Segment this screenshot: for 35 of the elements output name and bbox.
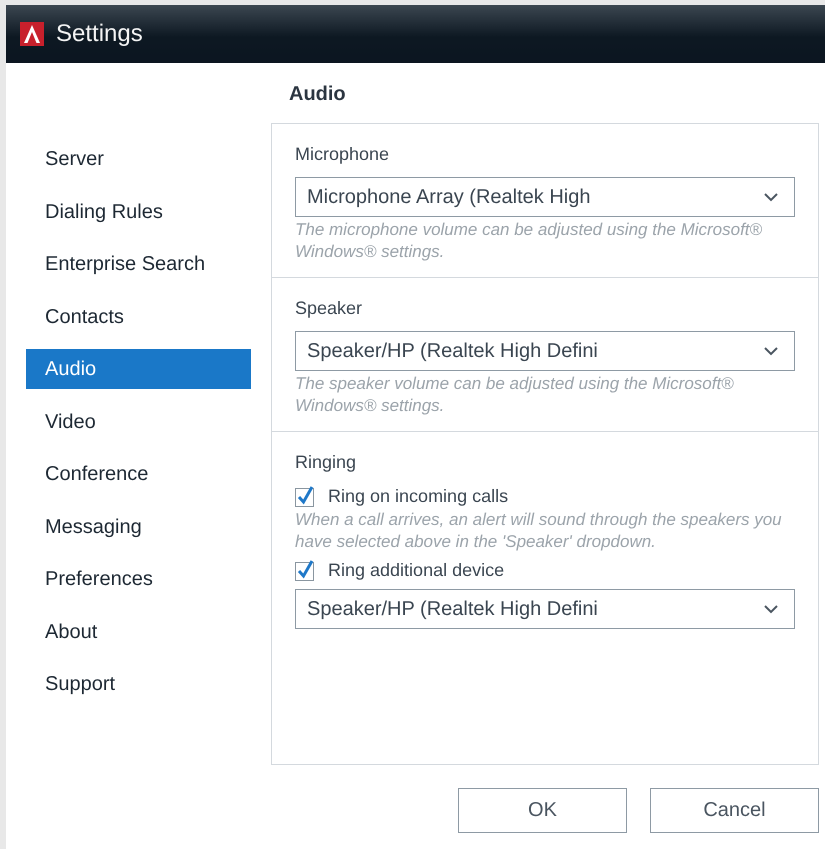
hint-text: The speaker volume can be adjusted using the Microsoft® Windows® settings.	[295, 373, 735, 417]
window-title: Settings	[56, 20, 143, 48]
sidebar-item[interactable]: Support	[26, 664, 251, 704]
checkbox[interactable]	[295, 485, 317, 507]
checkbox-label[interactable]: Ring additional device	[328, 560, 504, 580]
section-label: Microphone	[295, 144, 390, 165]
sidebar-item[interactable]: Video	[26, 402, 251, 442]
sidebar-item[interactable]: Dialing Rules	[26, 192, 251, 232]
sidebar-item[interactable]: Audio	[26, 349, 251, 389]
dialog-button[interactable]: OK	[458, 788, 627, 833]
dropdown[interactable]: Microphone Array (Realtek High	[295, 177, 795, 217]
checkbox[interactable]	[295, 559, 317, 581]
sidebar-item[interactable]: Messaging	[26, 506, 251, 546]
hint-text: The microphone volume can be adjusted using the Microsoft® Windows® settings.	[295, 219, 764, 263]
dropdown-value: Speaker/HP (Realtek High Defini	[307, 598, 598, 620]
app-logo-icon	[20, 22, 44, 46]
checkbox-label[interactable]: Ring on incoming calls	[328, 486, 508, 506]
sidebar-item[interactable]: Conference	[26, 454, 251, 494]
dropdown[interactable]: Speaker/HP (Realtek High Defini	[295, 331, 795, 371]
dropdown-value: Microphone Array (Realtek High	[307, 186, 590, 208]
sidebar-item[interactable]: About	[26, 612, 251, 652]
chevron-down-icon	[764, 192, 778, 202]
sidebar-item[interactable]: Contacts	[26, 296, 251, 336]
section-label: Ringing	[295, 452, 358, 473]
chevron-down-icon	[764, 604, 778, 614]
page-heading: Audio	[288, 82, 347, 107]
sidebar-item[interactable]: Server	[26, 139, 251, 179]
section-label: Speaker	[295, 298, 364, 319]
hint-text: When a call arrives, an alert will sound through the speakers you have selected above in the 'Speaker' dropdown.	[295, 509, 783, 553]
sidebar-item[interactable]: Enterprise Search	[26, 244, 251, 284]
dialog-button[interactable]: Cancel	[650, 788, 819, 833]
sidebar-item[interactable]: Preferences	[26, 559, 251, 599]
dropdown[interactable]: Speaker/HP (Realtek High Defini	[295, 589, 795, 629]
chevron-down-icon	[764, 346, 778, 356]
dropdown-value: Speaker/HP (Realtek High Defini	[307, 340, 598, 362]
